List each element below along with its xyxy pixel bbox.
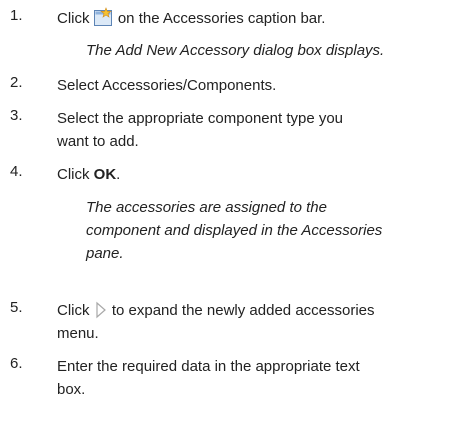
step-text: Click on the Accessories caption bar. xyxy=(57,7,325,34)
step-text-line: Select the appropriate component type yo… xyxy=(57,110,344,127)
procedure-page: { "steps": [ { "number": "1.", "before":… xyxy=(0,0,472,424)
step-text: Click OK. xyxy=(57,163,120,186)
ok-button-reference: OK xyxy=(93,166,117,183)
step-text: Select Accessories/Components. xyxy=(57,77,277,94)
step-text-line: box. xyxy=(57,381,86,398)
step-number: 5. xyxy=(10,299,23,316)
step-result-note-line: component and displayed in the Accessori… xyxy=(86,222,383,239)
step-number: 1. xyxy=(10,7,23,24)
step-text-line: Enter the required data in the appropria… xyxy=(57,358,360,375)
step-text: Click to expand the newly added accessor… xyxy=(57,299,375,326)
step-result-note: The Add New Accessory dialog box display… xyxy=(86,42,385,59)
step-result-note-line: pane. xyxy=(86,245,124,262)
step-result-note-line: The accessories are assigned to the xyxy=(86,199,327,216)
step-text-before: Click xyxy=(57,10,90,27)
step-number: 6. xyxy=(10,355,23,372)
add-new-accessory-icon xyxy=(93,7,114,34)
step-text-line: menu. xyxy=(57,325,99,342)
step-number: 3. xyxy=(10,107,23,124)
step-text-before: Click xyxy=(57,302,90,319)
step-text-after: on the Accessories caption bar. xyxy=(117,10,326,27)
step-text-before: Click xyxy=(57,166,94,183)
step-text-line: want to add. xyxy=(57,133,139,150)
step-text-after: . xyxy=(116,166,121,183)
step-number: 4. xyxy=(10,163,23,180)
step-number: 2. xyxy=(10,74,23,91)
step-text-after: to expand the newly added accessories xyxy=(111,302,375,319)
